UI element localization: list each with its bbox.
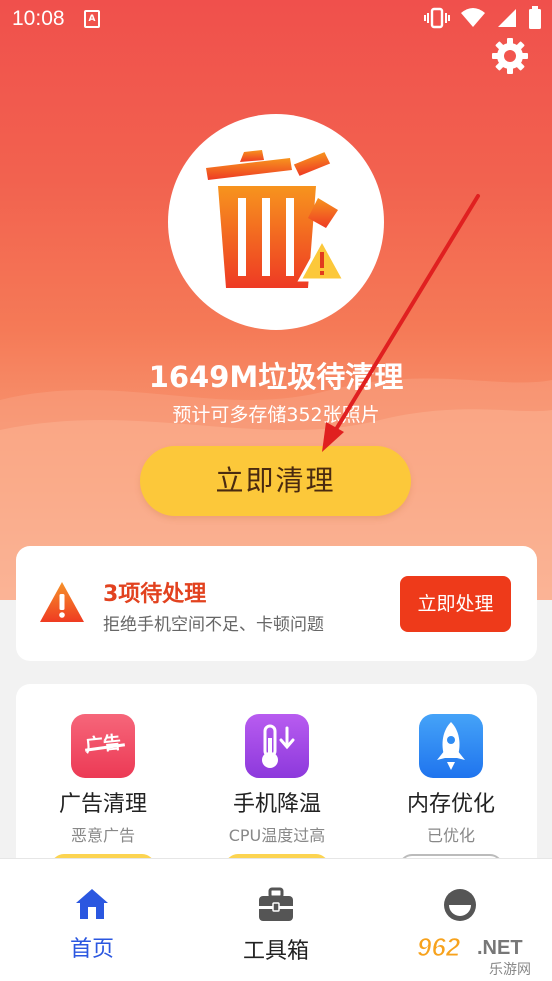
- vibrate-icon: [424, 7, 450, 29]
- nav-toolbox[interactable]: 工具箱: [206, 887, 346, 965]
- settings-gear-icon[interactable]: [490, 36, 530, 76]
- thermometer-icon: [245, 714, 309, 778]
- signal-icon: [498, 9, 516, 27]
- tool-status: 已优化: [426, 826, 475, 845]
- warning-icon: [40, 582, 84, 622]
- watermark-logo-number: 962: [417, 932, 461, 962]
- ad-clean-icon-text: 广告: [84, 732, 123, 757]
- nav-home[interactable]: 首页: [22, 887, 162, 963]
- nav-label: 工具箱: [242, 939, 309, 964]
- nav-label: 首页: [69, 937, 114, 962]
- tool-label: 手机降温: [232, 792, 321, 817]
- rocket-glyph: [437, 722, 465, 770]
- nav-profile[interactable]: [390, 887, 530, 933]
- home-icon: [76, 889, 108, 919]
- tool-memory-optimize[interactable]: 内存优化 已优化: [364, 714, 537, 880]
- site-watermark-logo: 962 .NET 乐游网: [417, 932, 532, 977]
- ad-clean-icon: 广告: [71, 714, 135, 778]
- battery-icon: [529, 6, 541, 29]
- pending-description: 拒绝手机空间不足、卡顿问题: [103, 615, 324, 635]
- trash-bin-icon: [206, 150, 347, 288]
- tool-label: 广告清理: [58, 792, 147, 817]
- process-now-button[interactable]: 立即处理: [400, 576, 511, 632]
- tool-status: CPU温度过高: [228, 826, 326, 845]
- clean-now-button[interactable]: 立即清理: [140, 446, 411, 516]
- junk-size-title: 1649M垃圾待清理: [148, 360, 404, 394]
- thermometer-glyph: [262, 724, 295, 768]
- status-bar: 10:08 A: [0, 0, 552, 40]
- toolbox-icon: [259, 887, 293, 921]
- profile-icon: [444, 889, 476, 921]
- pending-items-card: 3项待处理 拒绝手机空间不足、卡顿问题 立即处理: [16, 546, 537, 661]
- junk-illustration: [168, 114, 384, 330]
- junk-size-subtitle: 预计可多存储352张照片: [172, 404, 380, 426]
- tool-status: 恶意广告: [70, 826, 135, 845]
- tool-cool-down[interactable]: 手机降温 CPU温度过高: [190, 714, 364, 880]
- notification-icon: A: [84, 10, 100, 28]
- pending-count-title: 3项待处理: [103, 582, 207, 607]
- tool-ad-clean[interactable]: 广告 广告清理 恶意广告: [16, 714, 190, 880]
- watermark-text: 乐游网: [489, 962, 531, 976]
- status-time: 10:08: [12, 7, 65, 30]
- watermark-logo-suffix: .NET: [477, 937, 523, 959]
- wifi-icon: [461, 8, 485, 27]
- rocket-icon: [419, 714, 483, 778]
- tool-label: 内存优化: [406, 792, 495, 817]
